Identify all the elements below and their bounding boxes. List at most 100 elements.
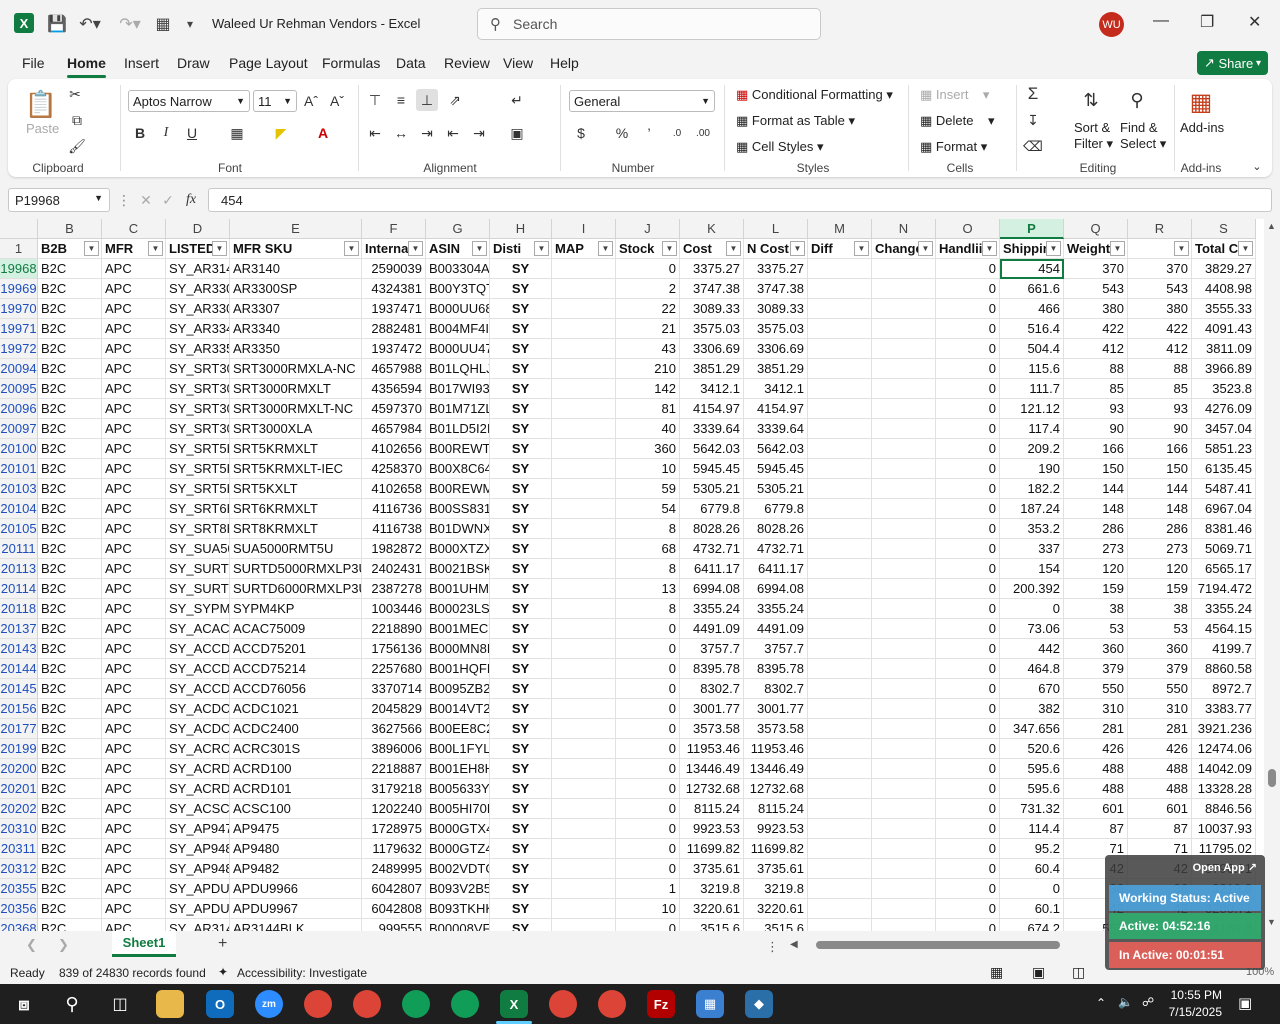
grid-cell[interactable]: 3219.8	[744, 879, 808, 899]
grid-cell[interactable]: SY_SURTD	[166, 559, 230, 579]
grid-cell[interactable]: APC	[102, 739, 166, 759]
grid-cell[interactable]: AR3144BLK	[230, 919, 362, 931]
grid-cell[interactable]: 10037.93	[1192, 819, 1256, 839]
grid-cell[interactable]: B2C	[38, 739, 102, 759]
grid-cell[interactable]: 3515.6	[680, 919, 744, 931]
grid-cell[interactable]: SY	[490, 779, 552, 799]
grid-cell[interactable]	[552, 799, 616, 819]
grid-cell[interactable]: 11953.46	[744, 739, 808, 759]
restore-icon[interactable]: ❐	[1200, 12, 1214, 32]
grid-cell[interactable]: B000XTZX	[426, 539, 490, 559]
grid-cell[interactable]: 166	[1128, 439, 1192, 459]
column-header[interactable]: M	[808, 219, 872, 239]
column-header[interactable]: H	[490, 219, 552, 239]
delete-cells-button[interactable]: ▦ Delete ▾	[920, 113, 994, 129]
row-header[interactable]: 20310	[0, 819, 38, 839]
grid-cell[interactable]: 0	[936, 839, 1000, 859]
grid-cell[interactable]: 187.24	[1000, 499, 1064, 519]
row-header[interactable]: 20312	[0, 859, 38, 879]
grid-cell[interactable]: 2	[616, 279, 680, 299]
header-cell[interactable]: ▼	[1128, 239, 1192, 259]
grid-cell[interactable]	[808, 639, 872, 659]
grid-cell[interactable]: 442	[1000, 639, 1064, 659]
header-cell[interactable]: ASIN ▼	[426, 239, 490, 259]
grid-cell[interactable]: 10	[616, 459, 680, 479]
grid-cell[interactable]: 601	[1064, 799, 1128, 819]
grid-cell[interactable]: 3757.7	[680, 639, 744, 659]
grid-cell[interactable]: 2489995	[362, 859, 426, 879]
tab-draw[interactable]: Draw	[177, 55, 210, 71]
grid-cell[interactable]: SY_SRT5KF	[166, 459, 230, 479]
grid-cell[interactable]: APC	[102, 599, 166, 619]
grid-cell[interactable]: 0	[616, 819, 680, 839]
column-header[interactable]: S	[1192, 219, 1256, 239]
find-select-button[interactable]: Find & Select ▾	[1120, 120, 1166, 152]
grid-cell[interactable]: SY_SRT8KF	[166, 519, 230, 539]
grid-cell[interactable]: 4491.09	[680, 619, 744, 639]
grid-cell[interactable]: B2C	[38, 419, 102, 439]
grid-cell[interactable]	[872, 859, 936, 879]
grid-cell[interactable]: 8395.78	[680, 659, 744, 679]
calculator-icon[interactable]: ▦	[696, 990, 724, 1018]
grid-cell[interactable]	[872, 779, 936, 799]
grid-cell[interactable]: 3370714	[362, 679, 426, 699]
grid-cell[interactable]: 0	[936, 919, 1000, 931]
grid-cell[interactable]: 310	[1128, 699, 1192, 719]
network-icon[interactable]: ☍	[1142, 995, 1154, 1009]
undo-icon[interactable]: ↶▾	[74, 12, 106, 36]
grid-cell[interactable]: SY	[490, 259, 552, 279]
column-header[interactable]: O	[936, 219, 1000, 239]
grid-cell[interactable]: 516.4	[1000, 319, 1064, 339]
notifications-icon[interactable]: ▣	[1238, 994, 1252, 1012]
grid-cell[interactable]: APC	[102, 479, 166, 499]
comma-style-icon[interactable]: ’	[638, 122, 660, 144]
grid-cell[interactable]	[552, 339, 616, 359]
grid-cell[interactable]: SY	[490, 419, 552, 439]
scroll-up-icon[interactable]: ▲	[1267, 221, 1276, 231]
grid-cell[interactable]: 209.2	[1000, 439, 1064, 459]
grid-cell[interactable]: SY_AR314(	[166, 259, 230, 279]
prev-sheet-icon[interactable]: ❮	[26, 937, 37, 953]
grid-cell[interactable]: 6411.17	[680, 559, 744, 579]
grid-cell[interactable]: SY_AR334(	[166, 319, 230, 339]
grid-cell[interactable]: 117.4	[1000, 419, 1064, 439]
grid-cell[interactable]: 3747.38	[744, 279, 808, 299]
grid-cell[interactable]	[552, 379, 616, 399]
grid-cell[interactable]: 382	[1000, 699, 1064, 719]
grid-cell[interactable]: 2257680	[362, 659, 426, 679]
scroll-left-icon[interactable]: ◀	[790, 939, 798, 950]
grid-cell[interactable]: SY	[490, 479, 552, 499]
grid-cell[interactable]: 379	[1064, 659, 1128, 679]
grid-cell[interactable]: 347.656	[1000, 719, 1064, 739]
normal-view-icon[interactable]: ▦	[990, 964, 1003, 981]
grid-cell[interactable]: SRT6KRMXLT	[230, 499, 362, 519]
grid-cell[interactable]: 0	[936, 499, 1000, 519]
grid-cell[interactable]: 4597370	[362, 399, 426, 419]
grid-cell[interactable]: 3412.1	[744, 379, 808, 399]
grid-cell[interactable]: 601	[1128, 799, 1192, 819]
grid-cell[interactable]: SURTD6000RMXLP3U	[230, 579, 362, 599]
grid-cell[interactable]: APDU9966	[230, 879, 362, 899]
grid-cell[interactable]: 0	[616, 639, 680, 659]
tab-insert[interactable]: Insert	[124, 55, 159, 71]
grid-cell[interactable]: 148	[1128, 499, 1192, 519]
filter-dropdown-icon[interactable]: ▼	[982, 241, 997, 256]
grid-cell[interactable]: 3811.09	[1192, 339, 1256, 359]
worksheet-grid[interactable]: B C D E F G H I J K L M N O P Q R S 1 B2B ▼ MFR ▼ LISTED ▼ MFR SK…	[0, 219, 1264, 931]
grid-cell[interactable]: SY_SRT300	[166, 399, 230, 419]
grid-cell[interactable]	[872, 719, 936, 739]
grid-cell[interactable]: 3219.8	[680, 879, 744, 899]
grid-cell[interactable]	[552, 839, 616, 859]
grid-cell[interactable]: 0	[936, 679, 1000, 699]
grid-cell[interactable]: 4276.09	[1192, 399, 1256, 419]
grid-cell[interactable]: 0	[936, 819, 1000, 839]
grid-cell[interactable]: B005HI70L	[426, 799, 490, 819]
add-ins-icon[interactable]: ▦	[1184, 85, 1218, 119]
grid-cell[interactable]	[872, 259, 936, 279]
grid-cell[interactable]	[552, 859, 616, 879]
grid-cell[interactable]: 8028.26	[744, 519, 808, 539]
grid-cell[interactable]: 661.6	[1000, 279, 1064, 299]
grid-cell[interactable]: 426	[1064, 739, 1128, 759]
align-bottom-icon[interactable]: ⊥	[416, 89, 438, 111]
grid-cell[interactable]: 8	[616, 519, 680, 539]
